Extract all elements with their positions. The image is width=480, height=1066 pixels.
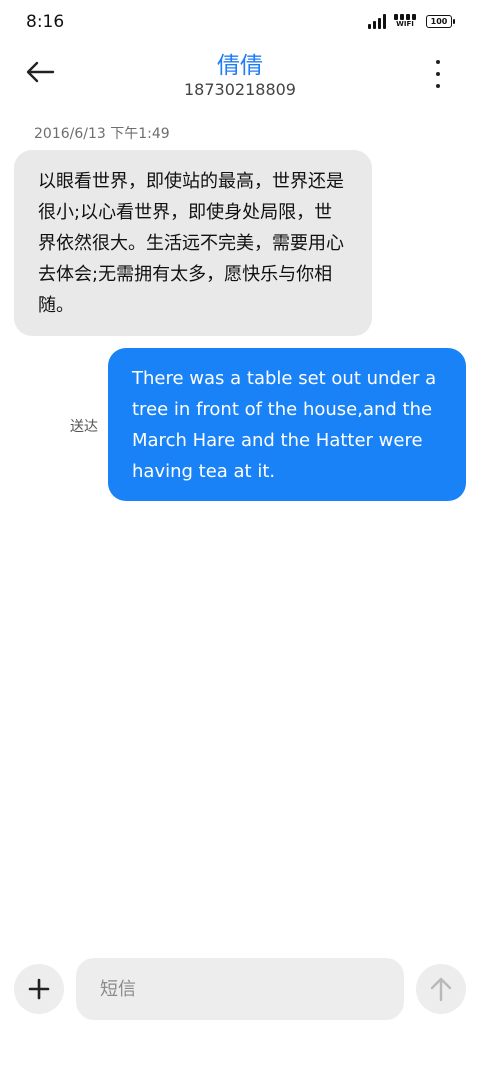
message-input[interactable] (76, 958, 404, 1020)
messaging-screen: 8:16 WIFI 100 倩倩 18730218809 2016/6/13 下… (0, 0, 480, 1066)
message-timestamp: 2016/6/13 下午1:49 (34, 126, 170, 142)
send-button[interactable] (416, 964, 466, 1014)
status-icons: WIFI 100 (368, 13, 455, 29)
contact-number: 18730218809 (184, 80, 296, 99)
outgoing-message-bubble[interactable]: There was a table set out under a tree i… (108, 348, 466, 501)
wifi-label: WIFI (396, 20, 414, 28)
arrow-up-icon (430, 977, 452, 1002)
incoming-message-bubble[interactable]: 以眼看世界，即使站的最高，世界还是很小;以心看世界，即使身处局限，世界依然很大。… (14, 150, 372, 336)
plus-icon (28, 978, 50, 1000)
signal-strength-icon (368, 13, 386, 29)
status-time: 8:16 (26, 12, 65, 32)
more-vertical-icon (436, 60, 440, 64)
message-composer (0, 956, 480, 1020)
battery-icon: 100 (426, 14, 455, 28)
delivery-status: 送达 (70, 419, 98, 435)
battery-level: 100 (430, 16, 448, 26)
conversation-header: 倩倩 18730218809 (0, 46, 480, 106)
contact-name[interactable]: 倩倩 (0, 46, 480, 80)
wifi-icon: WIFI (394, 14, 416, 28)
more-options-button[interactable] (428, 60, 448, 88)
status-bar: 8:16 WIFI 100 (0, 0, 480, 46)
add-attachment-button[interactable] (14, 964, 64, 1014)
